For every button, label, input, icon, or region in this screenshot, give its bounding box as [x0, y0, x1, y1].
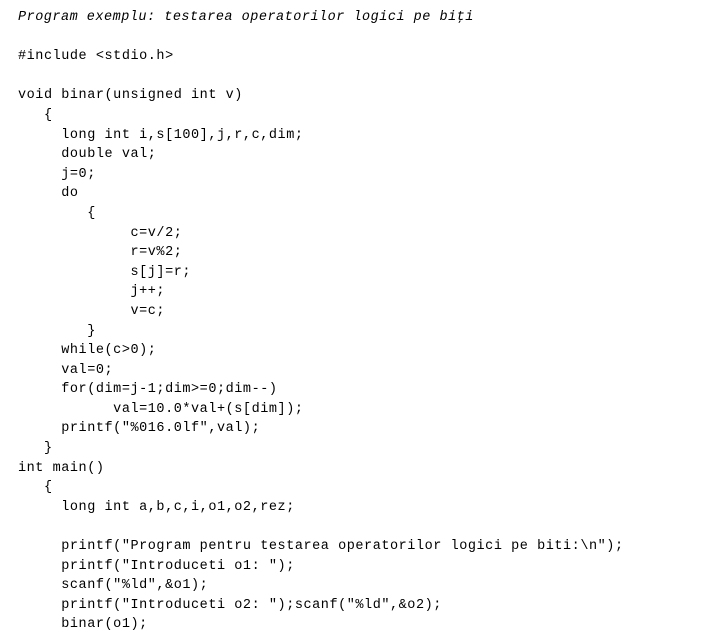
code-line: j++; [18, 284, 166, 300]
code-line: printf("Introduceti o2: ");scanf("%ld",&… [18, 597, 442, 613]
code-line: r=v%2; [18, 245, 183, 261]
code-line: j=0; [18, 166, 96, 182]
code-line: printf("%016.0lf",val); [18, 421, 261, 437]
code-line: long int a,b,c,i,o1,o2,rez; [18, 499, 295, 515]
code-line: do [18, 186, 79, 202]
code-line: while(c>0); [18, 343, 157, 359]
slide-canvas: Program exemplu: testarea operatorilor l… [0, 0, 720, 632]
code-line: scanf("%ld",&o1); [18, 578, 209, 594]
listing-title: Program exemplu: testarea operatorilor l… [18, 10, 474, 25]
code-line: c=v/2; [18, 225, 183, 241]
code-line: { [18, 107, 53, 123]
code-line: for(dim=j-1;dim>=0;dim--) [18, 382, 278, 398]
code-line: printf("Introduceti o1: "); [18, 558, 295, 574]
code-line: val=10.0*val+(s[dim]); [18, 401, 304, 417]
code-line: long int i,s[100],j,r,c,dim; [18, 127, 304, 143]
code-line: void binar(unsigned int v) [18, 88, 243, 104]
code-line: } [18, 323, 96, 339]
code-line: v=c; [18, 303, 166, 319]
code-line: int main() [18, 460, 105, 476]
code-line: { [18, 480, 53, 496]
code-line: val=0; [18, 362, 114, 378]
code-line: #include <stdio.h> [18, 49, 174, 65]
code-listing: Program exemplu: testarea operatorilor l… [18, 8, 708, 635]
code-line: s[j]=r; [18, 264, 192, 280]
code-line: double val; [18, 147, 157, 163]
code-line: } [18, 441, 53, 457]
code-line: { [18, 205, 96, 221]
code-line: binar(o1); [18, 617, 148, 633]
